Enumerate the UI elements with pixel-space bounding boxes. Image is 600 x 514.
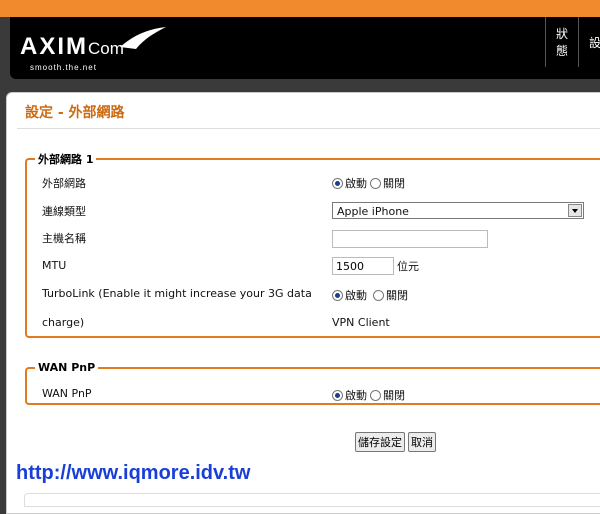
cancel-button[interactable]: 取消 bbox=[408, 432, 436, 452]
save-button[interactable]: 儲存設定 bbox=[355, 432, 405, 452]
conn-type-value: Apple iPhone bbox=[337, 205, 409, 218]
pnp-label: WAN PnP bbox=[42, 387, 92, 400]
wan-radio-group: 啟動 關閉 bbox=[332, 175, 408, 191]
row-mtu: MTU 位元 bbox=[27, 257, 600, 277]
turbolink-on-label: 啟動 bbox=[345, 289, 367, 302]
brand-name: AXIMCom bbox=[20, 33, 124, 60]
turbolink-radio-group: 啟動 關閉 bbox=[332, 287, 411, 303]
top-nav: 狀態 設 bbox=[545, 17, 600, 67]
divider bbox=[17, 128, 600, 129]
wan-label: 外部網路 bbox=[42, 177, 86, 190]
page-title: 設定 - 外部網路 bbox=[25, 105, 125, 121]
pnp-legend: WAN PnP bbox=[38, 361, 96, 374]
wan-on-label: 啟動 bbox=[345, 177, 367, 190]
watermark-url: http://www.iqmore.idv.tw bbox=[16, 462, 251, 484]
main-panel: 設定 - 外部網路 外部網路 1 外部網路 啟動 關閉 連線類型 Apple i… bbox=[6, 92, 600, 514]
conn-type-label: 連線類型 bbox=[42, 205, 86, 218]
wan-on-radio[interactable] bbox=[332, 177, 343, 189]
row-pnp: WAN PnP 啟動 關閉 bbox=[27, 387, 600, 403]
turbolink-off-label: 關閉 bbox=[386, 289, 408, 302]
vpn-client-text: VPN Client bbox=[332, 316, 390, 329]
hostname-control bbox=[332, 230, 488, 248]
pnp-radio-group: 啟動 關閉 bbox=[332, 387, 408, 403]
header: AXIMCom smooth.the.net 狀態 設 bbox=[10, 17, 600, 79]
pnp-off-label: 關閉 bbox=[383, 389, 405, 402]
conn-type-select[interactable]: Apple iPhone bbox=[332, 202, 584, 219]
brand-tagline: smooth.the.net bbox=[30, 63, 97, 72]
mtu-label: MTU bbox=[42, 259, 67, 272]
wan-legend: 外部網路 1 bbox=[38, 153, 94, 166]
nav-item-settings[interactable]: 設 bbox=[578, 17, 600, 67]
pnp-on-radio[interactable] bbox=[332, 389, 343, 401]
swoosh-icon bbox=[120, 27, 166, 49]
brand-logo: AXIMCom smooth.the.net bbox=[20, 25, 170, 72]
row-turbolink: TurboLink (Enable it might increase your… bbox=[27, 287, 600, 303]
next-section-box bbox=[24, 493, 600, 507]
turbolink-on-radio[interactable] bbox=[332, 289, 343, 301]
conn-type-control: Apple iPhone bbox=[332, 202, 584, 219]
pnp-on-label: 啟動 bbox=[345, 389, 367, 402]
turbolink-off-radio[interactable] bbox=[373, 289, 384, 301]
row-turbolink-2: charge) VPN Client bbox=[27, 316, 600, 332]
pnp-off-radio[interactable] bbox=[370, 389, 381, 401]
row-conn-type: 連線類型 Apple iPhone bbox=[27, 202, 600, 221]
turbolink-label-line1: TurboLink (Enable it might increase your… bbox=[42, 287, 312, 300]
top-accent-bar bbox=[0, 0, 600, 17]
nav-item-status[interactable]: 狀態 bbox=[545, 17, 578, 67]
mtu-input[interactable] bbox=[332, 257, 394, 275]
row-hostname: 主機名稱 bbox=[27, 230, 600, 248]
mtu-control: 位元 bbox=[332, 257, 419, 275]
wan-off-radio[interactable] bbox=[370, 177, 381, 189]
form-actions: 儲存設定 取消 bbox=[355, 432, 436, 452]
hostname-label: 主機名稱 bbox=[42, 232, 86, 245]
hostname-input[interactable] bbox=[332, 230, 488, 248]
turbolink-label-line2: charge) bbox=[42, 316, 85, 329]
row-wan: 外部網路 啟動 關閉 bbox=[27, 175, 600, 191]
chevron-down-icon[interactable] bbox=[568, 204, 582, 217]
wan-off-label: 關閉 bbox=[383, 177, 405, 190]
mtu-unit: 位元 bbox=[397, 260, 419, 273]
